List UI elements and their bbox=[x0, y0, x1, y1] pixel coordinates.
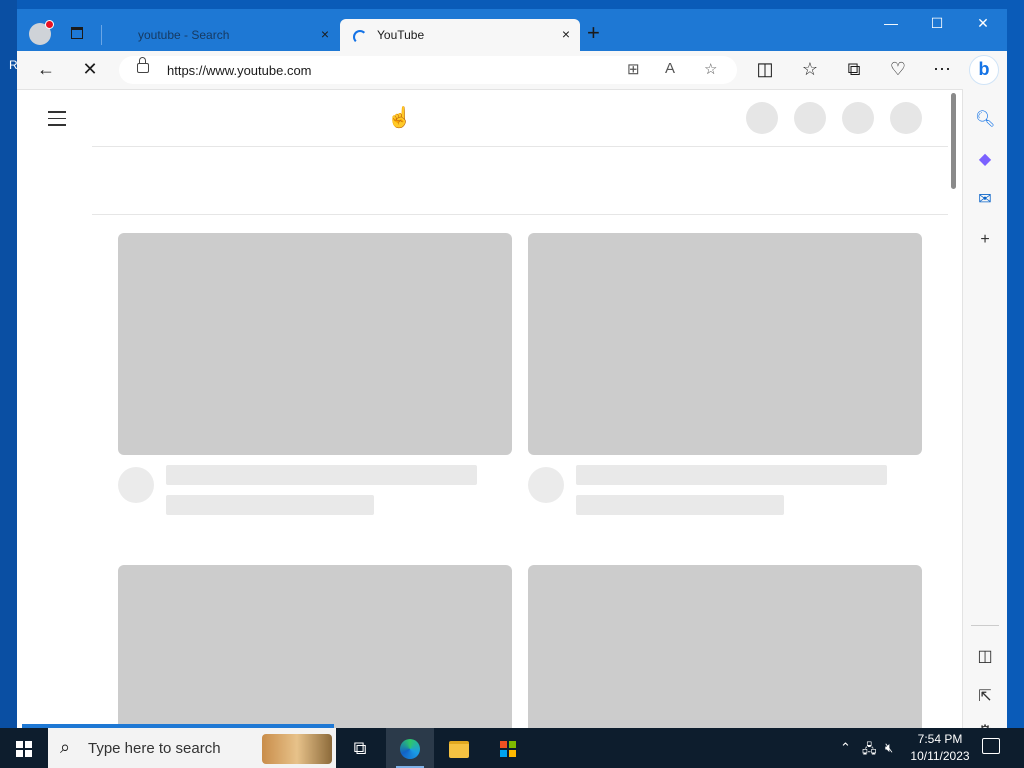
video-thumbnail-placeholder bbox=[528, 565, 922, 728]
title-placeholder bbox=[576, 465, 887, 485]
menu-icon[interactable] bbox=[48, 111, 66, 131]
search-icon[interactable]: 🔍︎ bbox=[975, 109, 995, 129]
more-icon[interactable]: ⋯ bbox=[930, 59, 954, 79]
taskbar-search-box[interactable]: ⌕ Type here to search bbox=[48, 728, 336, 768]
office-icon[interactable]: ◆ bbox=[975, 149, 995, 169]
tab-strip: youtube - Search × YouTube × + — ☐ ✕ bbox=[17, 9, 1007, 51]
meta-placeholder bbox=[576, 495, 784, 515]
search-placeholder: Type here to search bbox=[88, 740, 221, 757]
video-thumbnail-placeholder bbox=[118, 565, 512, 728]
divider bbox=[92, 146, 948, 147]
scrollbar[interactable] bbox=[948, 90, 960, 728]
file-explorer-icon[interactable] bbox=[435, 728, 483, 768]
tab-actions-icon[interactable] bbox=[71, 27, 83, 39]
close-tab-icon[interactable]: × bbox=[562, 26, 570, 42]
video-thumbnail-placeholder bbox=[528, 233, 922, 455]
search-highlight-image[interactable] bbox=[262, 734, 332, 764]
notifications-icon[interactable] bbox=[982, 738, 1000, 754]
youtube-page: ☝ bbox=[21, 90, 948, 728]
header-placeholder bbox=[842, 102, 874, 134]
channel-avatar-placeholder bbox=[118, 467, 154, 503]
profile-avatar-icon[interactable] bbox=[29, 20, 54, 45]
stop-loading-icon[interactable]: ✕ bbox=[78, 59, 102, 79]
volume-muted-icon[interactable]: 🔇︎ bbox=[885, 740, 893, 756]
search-icon: ⌕ bbox=[60, 737, 71, 757]
split-screen-icon[interactable]: ◫ bbox=[753, 59, 777, 79]
edge-taskbar-icon[interactable] bbox=[386, 728, 434, 768]
desktop-background: R bbox=[0, 0, 18, 728]
tab-separator bbox=[101, 25, 102, 45]
task-view-icon[interactable]: ⧉ bbox=[336, 728, 384, 768]
scrollbar-thumb[interactable] bbox=[951, 93, 956, 189]
settings-icon[interactable]: ⚙ bbox=[975, 721, 995, 728]
hide-sidebar-icon[interactable]: ◫ bbox=[975, 646, 995, 666]
clock-date: 10/11/2023 bbox=[910, 749, 970, 763]
tab-youtube-search[interactable]: youtube - Search × bbox=[107, 19, 339, 51]
system-clock[interactable]: 7:54 PM 10/11/2023 bbox=[904, 731, 976, 765]
open-external-icon[interactable]: ⇱ bbox=[975, 686, 995, 706]
meta-placeholder bbox=[166, 495, 374, 515]
divider bbox=[92, 214, 948, 215]
tab-youtube[interactable]: YouTube × bbox=[340, 19, 580, 51]
sidebar-divider bbox=[971, 625, 999, 626]
chevron-up-icon[interactable]: ⌃ bbox=[840, 740, 851, 756]
read-aloud-icon[interactable]: A bbox=[665, 60, 675, 77]
channel-avatar-placeholder bbox=[528, 467, 564, 503]
browser-toolbar: ← ✕ https://www.youtube.com ⊞ A ☆ ◫ ☆ ⧉ … bbox=[17, 51, 1007, 90]
maximize-button[interactable]: ☐ bbox=[914, 15, 960, 32]
edge-browser-window: youtube - Search × YouTube × + — ☐ ✕ ← ✕… bbox=[17, 9, 1007, 728]
tab-title: YouTube bbox=[377, 28, 425, 42]
loading-spinner-icon bbox=[353, 30, 367, 44]
tab-title: youtube - Search bbox=[138, 28, 230, 42]
header-placeholder bbox=[890, 102, 922, 134]
header-placeholder bbox=[794, 102, 826, 134]
mouse-pointer-icon: ☝ bbox=[387, 107, 412, 129]
browser-essentials-icon[interactable]: ♡ bbox=[886, 59, 910, 79]
collections-icon[interactable]: ⧉ bbox=[842, 59, 866, 79]
new-tab-button[interactable]: + bbox=[587, 22, 600, 44]
app-available-icon[interactable]: ⊞ bbox=[627, 60, 640, 78]
back-icon[interactable]: ← bbox=[34, 59, 58, 79]
video-thumbnail-placeholder bbox=[118, 233, 512, 455]
address-bar[interactable]: https://www.youtube.com ⊞ A ☆ bbox=[119, 56, 737, 84]
close-tab-icon[interactable]: × bbox=[321, 26, 329, 42]
close-window-button[interactable]: ✕ bbox=[960, 15, 1006, 32]
clock-time: 7:54 PM bbox=[917, 732, 963, 746]
edge-sidebar: 🔍︎ ◆ ✉ + ◫ ⇱ ⚙ bbox=[962, 89, 1007, 728]
lock-icon[interactable] bbox=[137, 57, 149, 73]
header-placeholder bbox=[746, 102, 778, 134]
favorite-star-icon[interactable]: ☆ bbox=[704, 60, 717, 78]
microsoft-store-icon[interactable] bbox=[484, 728, 532, 768]
bing-copilot-icon[interactable]: b bbox=[969, 55, 999, 85]
windows-start-icon[interactable] bbox=[16, 741, 32, 757]
outlook-icon[interactable]: ✉ bbox=[975, 189, 995, 209]
minimize-button[interactable]: — bbox=[868, 15, 914, 31]
title-placeholder bbox=[166, 465, 477, 485]
add-icon[interactable]: + bbox=[975, 231, 995, 249]
windows-taskbar: ⌕ Type here to search ⧉ ⌃ 🖧︎ 🔇︎ 7:54 PM … bbox=[0, 728, 1024, 768]
favorites-icon[interactable]: ☆ bbox=[798, 59, 822, 79]
network-icon[interactable]: 🖧︎ bbox=[862, 740, 877, 762]
url-text[interactable]: https://www.youtube.com bbox=[167, 63, 312, 78]
